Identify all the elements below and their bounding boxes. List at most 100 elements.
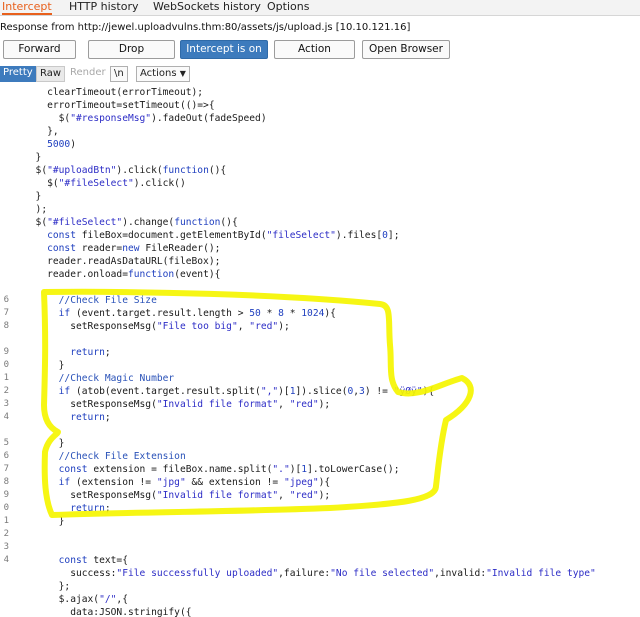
code-line: 1 //Check Magic Number xyxy=(0,372,640,385)
code-text: if (event.target.result.length > 50 * 8 … xyxy=(58,308,336,319)
code-line: reader.onload=function(event){ xyxy=(0,268,640,281)
line-number: 7 xyxy=(3,464,9,474)
code-line: success:"File successfully uploaded",fai… xyxy=(0,567,640,580)
code-text: $("#uploadBtn").click(function(){ xyxy=(24,165,227,176)
code-text: $("#fileSelect").click() xyxy=(24,178,186,189)
action-button[interactable]: Action xyxy=(274,40,355,59)
code-text: reader.onload=function(event){ xyxy=(24,269,221,280)
line-number: 3 xyxy=(3,542,9,552)
line-number: 5 xyxy=(3,438,9,448)
code-text: 5000) xyxy=(47,139,76,150)
line-number: 2 xyxy=(3,529,9,539)
forward-button[interactable]: Forward xyxy=(3,40,76,59)
code-text: } xyxy=(24,360,65,371)
render-view-button[interactable]: Render xyxy=(67,66,109,82)
code-line: 6 //Check File Extension xyxy=(0,450,640,463)
intercept-toggle-button[interactable]: Intercept is on xyxy=(180,40,268,59)
newline-toggle-button[interactable]: \n xyxy=(110,66,128,82)
line-number: 6 xyxy=(3,295,9,305)
code-text: //Check Magic Number xyxy=(24,373,175,384)
code-text: reader.readAsDataURL(fileBox); xyxy=(24,256,221,267)
code-line: const reader=new FileReader(); xyxy=(0,242,640,255)
code-line: }, xyxy=(0,125,640,138)
chevron-down-icon: ▼ xyxy=(179,69,186,78)
code-line: 4 return; xyxy=(0,411,640,424)
code-text: return; xyxy=(70,412,111,423)
line-number: 0 xyxy=(3,360,9,370)
pretty-view-button[interactable]: Pretty xyxy=(0,66,36,82)
code-line: 3 setResponseMsg("Invalid file format", … xyxy=(0,398,640,411)
code-text: $("#responseMsg").fadeOut(fadeSpeed) xyxy=(24,113,267,124)
line-number: 8 xyxy=(3,477,9,487)
code-line: 5000) xyxy=(0,138,640,151)
line-number: 7 xyxy=(3,308,9,318)
tab-options[interactable]: Options xyxy=(267,0,309,15)
code-line: } xyxy=(0,190,640,203)
code-line: $.ajax("/",{ xyxy=(0,593,640,606)
code-text: }; xyxy=(24,581,71,592)
code-line: const fileBox=document.getElementById("f… xyxy=(0,229,640,242)
code-text: } xyxy=(24,438,65,449)
code-line: 0 return; xyxy=(0,502,640,515)
code-line: 7 if (event.target.result.length > 50 * … xyxy=(0,307,640,320)
code-line: $("#fileSelect").click() xyxy=(0,177,640,190)
code-editor[interactable]: clearTimeout(errorTimeout); errorTimeout… xyxy=(0,84,640,617)
code-text: ); xyxy=(24,204,48,215)
tab-intercept[interactable]: Intercept xyxy=(2,0,52,15)
code-text: if (extension != "jpg" && extension != "… xyxy=(58,477,331,488)
code-text: data:JSON.stringify({ xyxy=(24,607,192,617)
open-browser-button[interactable]: Open Browser xyxy=(362,40,450,59)
tab-websockets-history[interactable]: WebSockets history xyxy=(153,0,261,15)
message-view-bar: Pretty Raw Render \n Actions ▼ xyxy=(0,66,640,83)
code-line: ); xyxy=(0,203,640,216)
code-line: errorTimeout=setTimeout(()=>{ xyxy=(0,99,640,112)
response-info: Response from http://jewel.uploadvulns.t… xyxy=(0,22,411,33)
code-text: const reader=new FileReader(); xyxy=(47,243,221,254)
code-line: 2 if (atob(event.target.result.split(","… xyxy=(0,385,640,398)
code-line: $("#fileSelect").change(function(){ xyxy=(0,216,640,229)
code-text: } xyxy=(24,152,42,163)
code-text: return; xyxy=(70,503,111,514)
code-text: setResponseMsg("File too big", "red"); xyxy=(24,321,290,332)
line-number: 9 xyxy=(3,347,9,357)
code-text: $.ajax("/",{ xyxy=(24,594,128,605)
code-line: }; xyxy=(0,580,640,593)
code-line: data:JSON.stringify({ xyxy=(0,606,640,617)
code-line: 3 xyxy=(0,541,640,554)
code-text: } xyxy=(24,191,42,202)
code-line: 4 const text={ xyxy=(0,554,640,567)
code-line: 7 const extension = fileBox.name.split("… xyxy=(0,463,640,476)
drop-button[interactable]: Drop xyxy=(88,40,175,59)
code-text: success:"File successfully uploaded",fai… xyxy=(24,568,596,579)
code-line: reader.readAsDataURL(fileBox); xyxy=(0,255,640,268)
actions-menu-button[interactable]: Actions ▼ xyxy=(136,66,190,82)
raw-view-button[interactable]: Raw xyxy=(36,66,66,82)
code-line: 8 if (extension != "jpg" && extension !=… xyxy=(0,476,640,489)
code-text: }, xyxy=(24,126,59,137)
proxy-tab-bar: Intercept HTTP history WebSockets histor… xyxy=(0,0,640,16)
tab-http-history[interactable]: HTTP history xyxy=(69,0,138,15)
code-text: const fileBox=document.getElementById("f… xyxy=(47,230,400,241)
line-number: 1 xyxy=(3,373,9,383)
code-line: 5 } xyxy=(0,437,640,450)
line-number: 9 xyxy=(3,490,9,500)
line-number: 4 xyxy=(3,412,9,422)
code-text: //Check File Size xyxy=(24,295,157,306)
code-text: const text={ xyxy=(58,555,128,566)
code-line: $("#responseMsg").fadeOut(fadeSpeed) xyxy=(0,112,640,125)
code-text: $("#fileSelect").change(function(){ xyxy=(24,217,238,228)
line-number: 2 xyxy=(3,386,9,396)
code-text: setResponseMsg("Invalid file format", "r… xyxy=(24,490,331,501)
code-line: 9 setResponseMsg("Invalid file format", … xyxy=(0,489,640,502)
code-text: } xyxy=(24,516,65,527)
code-text: return; xyxy=(70,347,111,358)
line-number: 3 xyxy=(3,399,9,409)
code-text: clearTimeout(errorTimeout); xyxy=(24,87,204,98)
code-text: if (atob(event.target.result.split(",")[… xyxy=(58,386,435,397)
code-line: 8 setResponseMsg("File too big", "red"); xyxy=(0,320,640,333)
code-line: } xyxy=(0,151,640,164)
line-number: 4 xyxy=(3,555,9,565)
code-line: 1 } xyxy=(0,515,640,528)
